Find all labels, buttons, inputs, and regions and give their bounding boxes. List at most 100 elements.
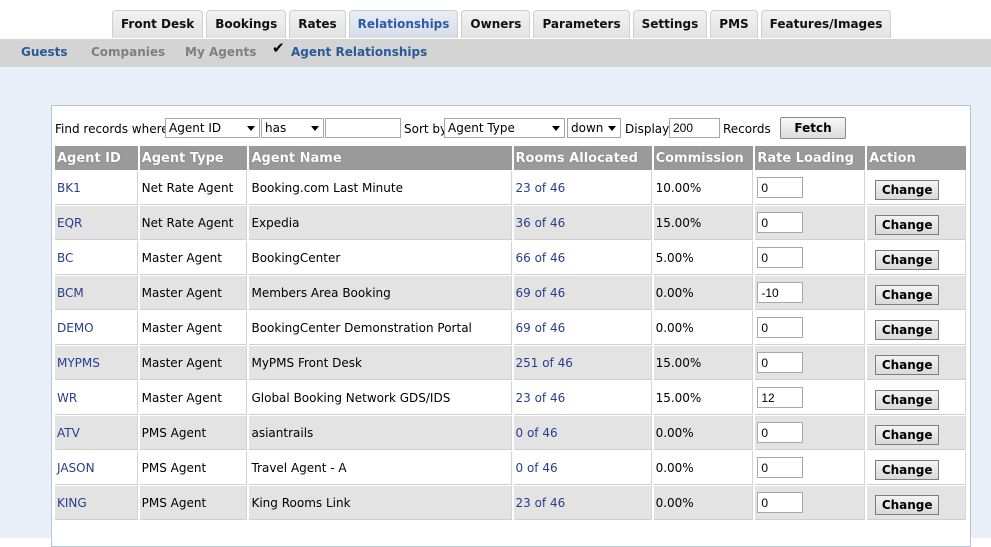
fetch-button[interactable]: Fetch — [780, 117, 846, 139]
change-button[interactable]: Change — [875, 249, 940, 270]
col-header-commission[interactable]: Commission — [653, 146, 754, 170]
agent-name-cell: Members Area Booking — [249, 276, 512, 310]
col-header-agent-name[interactable]: Agent Name — [249, 146, 512, 170]
agent-id-link[interactable]: MYPMS — [57, 356, 100, 370]
tab-pms[interactable]: PMS — [710, 10, 758, 38]
agent-id-link[interactable]: ATV — [57, 426, 80, 440]
rooms-allocated-link[interactable]: 23 of 46 — [516, 181, 566, 195]
agent-name-cell: BookingCenter — [249, 241, 512, 275]
col-header-agent-type[interactable]: Agent Type — [139, 146, 248, 170]
col-header-agent-id[interactable]: Agent ID — [55, 146, 138, 170]
rate-loading-input[interactable] — [757, 492, 804, 513]
rate-loading-input[interactable] — [757, 212, 804, 233]
agent-id-link[interactable]: EQR — [57, 216, 82, 230]
change-button[interactable]: Change — [875, 284, 940, 305]
sort-direction-value: down — [571, 121, 604, 135]
subnav-guests[interactable]: Guests — [21, 45, 68, 59]
rooms-allocated-link[interactable]: 23 of 46 — [516, 496, 566, 510]
filter-field-value: Agent ID — [169, 121, 222, 135]
rate-loading-input[interactable] — [757, 177, 804, 198]
sort-direction-select[interactable]: down — [567, 118, 621, 138]
tab-settings[interactable]: Settings — [632, 10, 708, 38]
tab-rates[interactable]: Rates — [289, 10, 346, 38]
rate-loading-input[interactable] — [757, 422, 804, 443]
agent-type-cell: Master Agent — [139, 381, 248, 415]
rooms-allocated-link[interactable]: 69 of 46 — [516, 321, 566, 335]
table-row: ATV PMS Agent asiantrails 0 of 46 0.00% … — [55, 416, 966, 450]
change-button[interactable]: Change — [875, 494, 940, 515]
table-row: WR Master Agent Global Booking Network G… — [55, 381, 966, 415]
change-button[interactable]: Change — [875, 459, 940, 480]
agent-id-link[interactable]: JASON — [57, 461, 95, 475]
commission-cell: 0.00% — [653, 276, 754, 310]
agent-id-link[interactable]: DEMO — [57, 321, 94, 335]
col-header-rooms-allocated[interactable]: Rooms Allocated — [513, 146, 652, 170]
agent-type-cell: Master Agent — [139, 276, 248, 310]
agent-id-link[interactable]: KING — [57, 496, 87, 510]
commission-cell: 5.00% — [653, 241, 754, 275]
agent-type-cell: Master Agent — [139, 241, 248, 275]
commission-cell: 15.00% — [653, 381, 754, 415]
agent-id-link[interactable]: BC — [57, 251, 73, 265]
search-input[interactable] — [325, 118, 401, 138]
rooms-allocated-link[interactable]: 0 of 46 — [516, 426, 558, 440]
tab-owners[interactable]: Owners — [461, 10, 531, 38]
commission-cell: 15.00% — [653, 206, 754, 240]
change-button[interactable]: Change — [875, 354, 940, 375]
subnav-companies[interactable]: Companies — [91, 45, 165, 59]
agent-id-link[interactable]: WR — [57, 391, 77, 405]
agent-type-cell: Net Rate Agent — [139, 171, 248, 205]
col-header-action: Action — [867, 146, 966, 170]
sub-nav-bar: Guests Companies My Agents ✔ Agent Relat… — [0, 39, 991, 67]
agent-name-cell: Global Booking Network GDS/IDS — [249, 381, 512, 415]
find-records-label: Find records where — [55, 122, 169, 136]
tab-parameters[interactable]: Parameters — [533, 10, 630, 38]
change-button[interactable]: Change — [875, 179, 940, 200]
col-header-rate-loading[interactable]: Rate Loading — [755, 146, 866, 170]
tab-relationships[interactable]: Relationships — [348, 10, 459, 38]
tab-features-images[interactable]: Features/Images — [760, 10, 892, 38]
commission-cell: 0.00% — [653, 311, 754, 345]
rate-loading-input[interactable] — [757, 282, 804, 303]
change-button[interactable]: Change — [875, 424, 940, 445]
agent-type-cell: PMS Agent — [139, 486, 248, 520]
chevron-down-icon — [552, 126, 560, 131]
rooms-allocated-link[interactable]: 66 of 46 — [516, 251, 566, 265]
rooms-allocated-link[interactable]: 69 of 46 — [516, 286, 566, 300]
agent-id-link[interactable]: BK1 — [57, 181, 81, 195]
agent-type-cell: PMS Agent — [139, 451, 248, 485]
table-row: EQR Net Rate Agent Expedia 36 of 46 15.0… — [55, 206, 966, 240]
agent-name-cell: asiantrails — [249, 416, 512, 450]
table-row: BK1 Net Rate Agent Booking.com Last Minu… — [55, 171, 966, 205]
agent-type-cell: PMS Agent — [139, 416, 248, 450]
rooms-allocated-link[interactable]: 36 of 46 — [516, 216, 566, 230]
chevron-down-icon — [608, 126, 616, 131]
rate-loading-input[interactable] — [757, 457, 804, 478]
chevron-down-icon — [247, 126, 255, 131]
rate-loading-input[interactable] — [757, 247, 804, 268]
rate-loading-input[interactable] — [757, 317, 804, 338]
change-button[interactable]: Change — [875, 319, 940, 340]
agent-type-cell: Master Agent — [139, 311, 248, 345]
sort-field-value: Agent Type — [448, 121, 515, 135]
rooms-allocated-link[interactable]: 23 of 46 — [516, 391, 566, 405]
change-button[interactable]: Change — [875, 214, 940, 235]
commission-cell: 0.00% — [653, 486, 754, 520]
tab-front-desk[interactable]: Front Desk — [112, 10, 204, 38]
rate-loading-input[interactable] — [757, 387, 804, 408]
rooms-allocated-link[interactable]: 251 of 46 — [516, 356, 573, 370]
sort-field-select[interactable]: Agent Type — [444, 118, 565, 138]
subnav-my-agents[interactable]: My Agents — [185, 45, 256, 59]
table-row: MYPMS Master Agent MyPMS Front Desk 251 … — [55, 346, 966, 380]
change-button[interactable]: Change — [875, 389, 940, 410]
agent-id-link[interactable]: BCM — [57, 286, 84, 300]
agent-name-cell: MyPMS Front Desk — [249, 346, 512, 380]
tab-bookings[interactable]: Bookings — [206, 10, 287, 38]
filter-operator-value: has — [265, 121, 287, 135]
display-count-input[interactable] — [669, 118, 720, 138]
filter-operator-select[interactable]: has — [261, 118, 324, 138]
rate-loading-input[interactable] — [757, 352, 804, 373]
subnav-agent-relationships[interactable]: Agent Relationships — [291, 45, 427, 59]
rooms-allocated-link[interactable]: 0 of 46 — [516, 461, 558, 475]
filter-field-select[interactable]: Agent ID — [165, 118, 260, 138]
